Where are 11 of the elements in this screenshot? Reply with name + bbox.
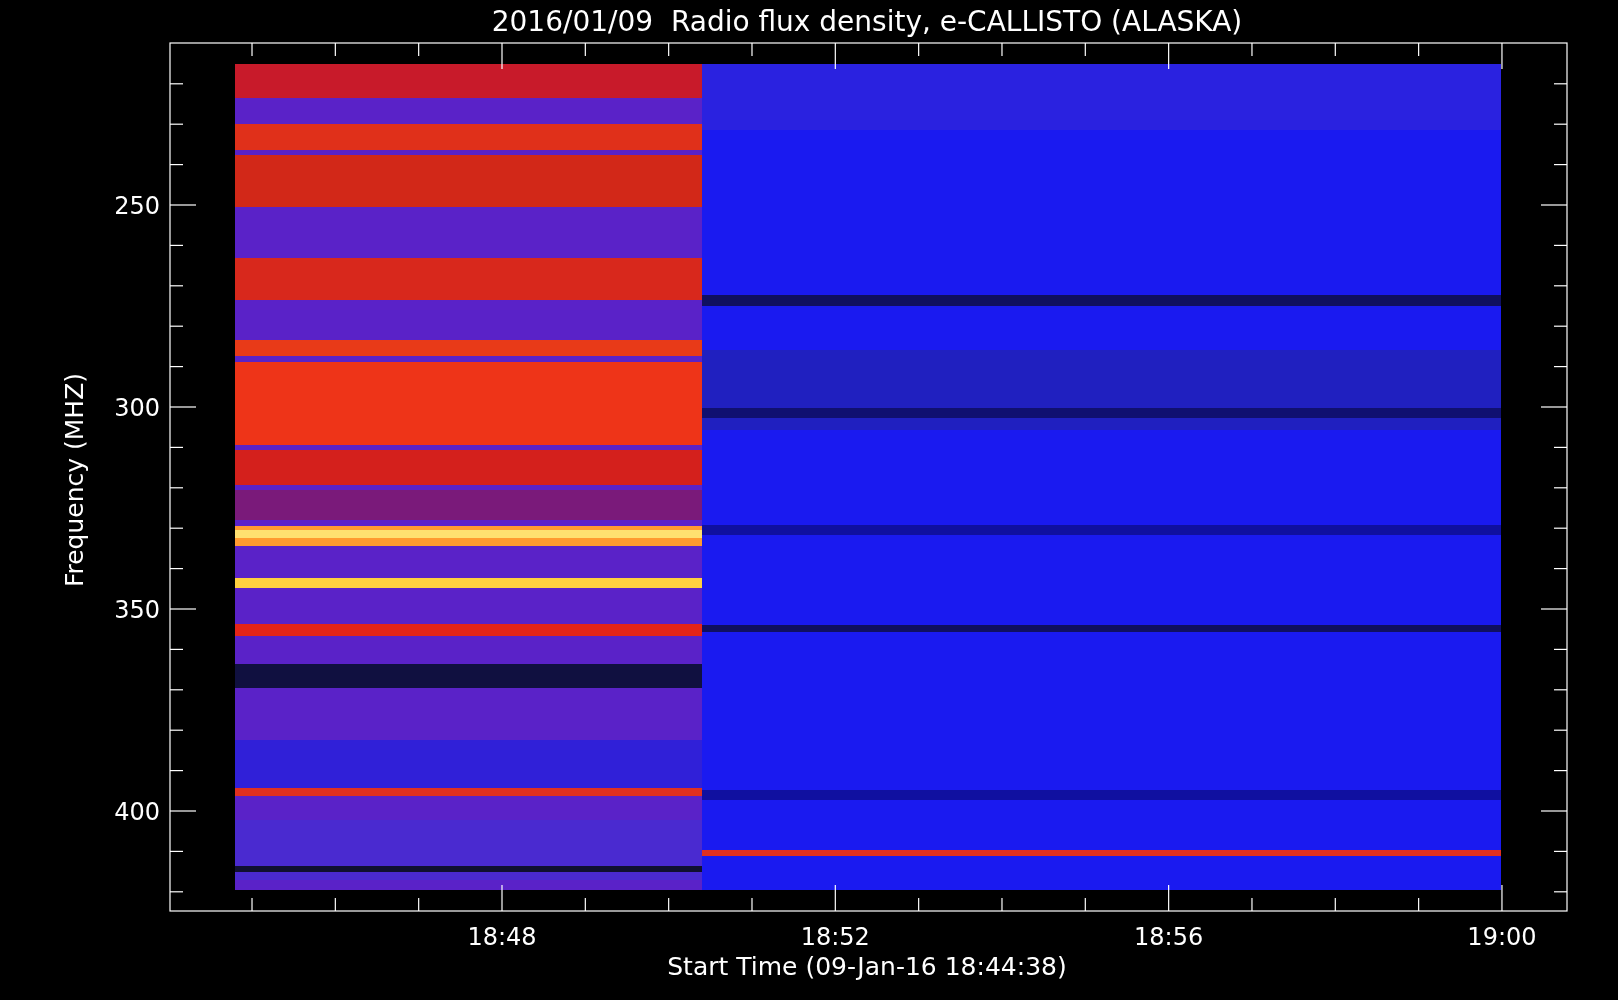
y-tick-label: 250 bbox=[114, 192, 160, 220]
chart-title: 2016/01/09 Radio flux density, e-CALLISTO (ALASKA) bbox=[491, 5, 1243, 38]
x-tick-label: 18:52 bbox=[800, 923, 870, 951]
y-tick-label: 350 bbox=[114, 596, 160, 624]
x-axis-label: Start Time (09-Jan-16 18:44:38) bbox=[667, 952, 1067, 981]
x-tick-label: 19:00 bbox=[1467, 923, 1537, 951]
x-tick-label: 18:56 bbox=[1134, 923, 1204, 951]
x-tick-label: 18:48 bbox=[467, 923, 537, 951]
y-tick-label: 400 bbox=[114, 798, 160, 826]
y-axis-label: Frequency (MHZ) bbox=[60, 372, 89, 588]
y-tick-label: 300 bbox=[114, 394, 160, 422]
